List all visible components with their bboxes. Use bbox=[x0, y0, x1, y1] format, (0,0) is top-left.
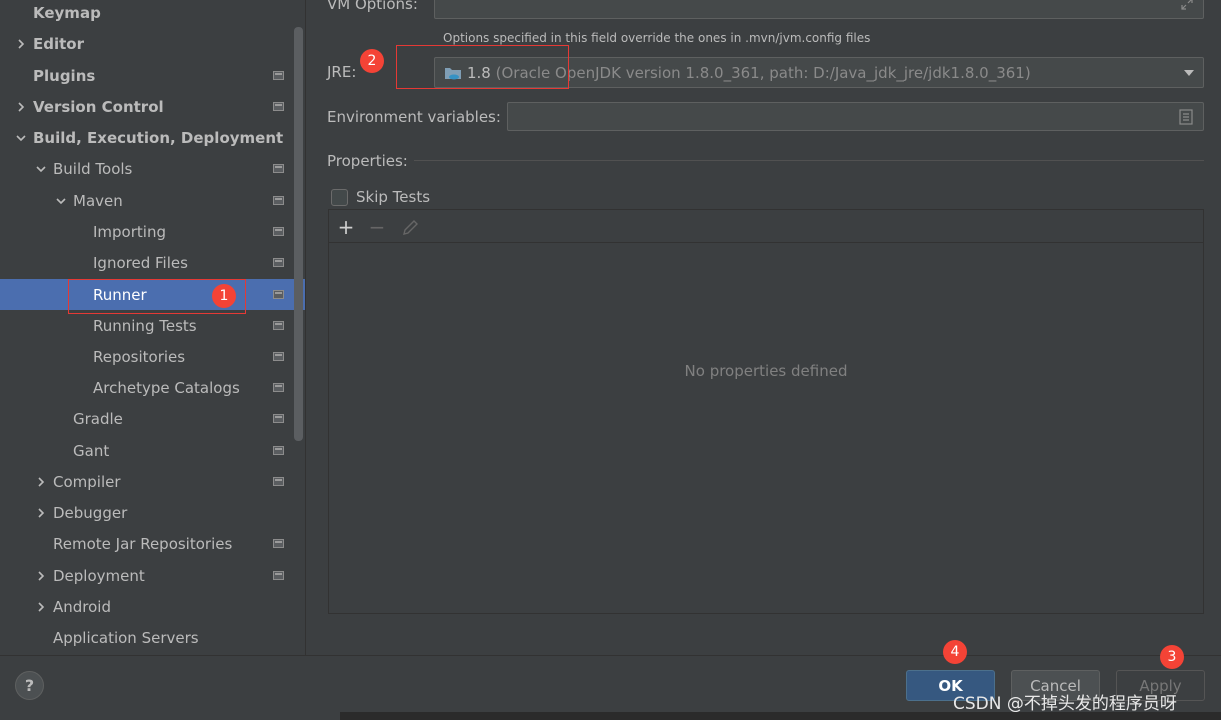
sidebar-item-label: Build Tools bbox=[53, 159, 133, 178]
chevron-right-icon[interactable] bbox=[34, 569, 48, 583]
sidebar-item-ignored-files[interactable]: Ignored Files bbox=[0, 247, 305, 278]
sidebar-item-android[interactable]: Android bbox=[0, 591, 305, 622]
sidebar-item-label: Gant bbox=[73, 441, 110, 460]
sidebar-item-label: Debugger bbox=[53, 503, 128, 522]
sidebar-item-remote-jar-repositories[interactable]: Remote Jar Repositories bbox=[0, 528, 305, 559]
project-settings-icon bbox=[273, 196, 284, 205]
annotation-badge-4: 4 bbox=[943, 640, 967, 664]
chevron-right-icon[interactable] bbox=[34, 506, 48, 520]
sidebar-item-application-servers[interactable]: Application Servers bbox=[0, 622, 305, 653]
vm-options-label: VM Options: bbox=[327, 0, 418, 13]
remove-icon[interactable]: − bbox=[367, 215, 387, 239]
chevron-down-icon[interactable] bbox=[54, 194, 68, 208]
project-settings-icon bbox=[273, 71, 284, 80]
skip-tests-checkbox[interactable] bbox=[331, 189, 348, 206]
sidebar-item-label: Ignored Files bbox=[93, 253, 188, 272]
sidebar-item-editor[interactable]: Editor bbox=[0, 28, 305, 59]
project-settings-icon bbox=[273, 539, 284, 548]
watermark: CSDN @不掉头发的程序员呀 bbox=[953, 694, 1177, 714]
sidebar-item-label: Plugins bbox=[33, 66, 96, 85]
chevron-right-icon[interactable] bbox=[14, 37, 28, 51]
sidebar-scrollbar[interactable] bbox=[294, 27, 303, 441]
edit-icon[interactable] bbox=[402, 219, 419, 236]
properties-table: + − No properties defined bbox=[328, 209, 1204, 614]
jre-detail: (Oracle OpenJDK version 1.8.0_361, path:… bbox=[490, 64, 1031, 82]
chevron-right-icon[interactable] bbox=[34, 475, 48, 489]
project-settings-icon bbox=[273, 383, 284, 392]
chevron-down-icon[interactable] bbox=[34, 162, 48, 176]
project-settings-icon bbox=[273, 414, 284, 423]
sidebar-item-keymap[interactable]: Keymap bbox=[0, 0, 305, 28]
jre-label: JRE: bbox=[327, 63, 357, 81]
sidebar-item-label: Application Servers bbox=[53, 628, 199, 647]
chevron-down-icon[interactable] bbox=[14, 131, 28, 145]
chevron-right-icon[interactable] bbox=[34, 600, 48, 614]
project-settings-icon bbox=[273, 477, 284, 486]
sidebar-item-gradle[interactable]: Gradle bbox=[0, 403, 305, 434]
sidebar-item-label: Build, Execution, Deployment bbox=[33, 128, 284, 147]
sidebar-item-label: Keymap bbox=[33, 3, 101, 22]
add-icon[interactable]: + bbox=[336, 215, 356, 239]
sidebar-item-running-tests[interactable]: Running Tests bbox=[0, 310, 305, 341]
sidebar-item-build-execution-deployment[interactable]: Build, Execution, Deployment bbox=[0, 122, 305, 153]
browse-icon[interactable] bbox=[1179, 109, 1193, 125]
sidebar-item-label: Importing bbox=[93, 222, 166, 241]
sidebar-item-importing[interactable]: Importing bbox=[0, 216, 305, 247]
chevron-right-icon[interactable] bbox=[14, 100, 28, 114]
sidebar-item-label: Archetype Catalogs bbox=[93, 378, 240, 397]
help-button[interactable]: ? bbox=[15, 671, 44, 700]
properties-toolbar: + − bbox=[329, 210, 1203, 243]
skip-tests-label[interactable]: Skip Tests bbox=[356, 188, 430, 206]
project-settings-icon bbox=[273, 290, 284, 299]
sidebar-item-label: Deployment bbox=[53, 566, 145, 585]
properties-separator bbox=[414, 160, 1204, 161]
maven-runner-panel: VM Options: Options specified in this fi… bbox=[307, 0, 1221, 655]
project-settings-icon bbox=[273, 571, 284, 580]
project-settings-icon bbox=[273, 446, 284, 455]
environment-variables-input[interactable] bbox=[507, 102, 1204, 131]
sidebar-item-label: Compiler bbox=[53, 472, 121, 491]
sidebar-item-label: Maven bbox=[73, 191, 123, 210]
sidebar-item-deployment[interactable]: Deployment bbox=[0, 560, 305, 591]
chevron-down-icon[interactable] bbox=[1183, 69, 1195, 77]
empty-properties-text: No properties defined bbox=[684, 362, 848, 380]
annotation-box-jre bbox=[396, 45, 569, 89]
sidebar-item-label: Editor bbox=[33, 34, 84, 53]
sidebar-item-repositories[interactable]: Repositories bbox=[0, 341, 305, 372]
sidebar-item-label: Android bbox=[53, 597, 111, 616]
sidebar-item-build-tools[interactable]: Build Tools bbox=[0, 153, 305, 184]
sidebar-item-label: Gradle bbox=[73, 409, 123, 428]
sidebar-item-compiler[interactable]: Compiler bbox=[0, 466, 305, 497]
vm-options-hint: Options specified in this field override… bbox=[443, 31, 871, 45]
sidebar-item-maven[interactable]: Maven bbox=[0, 185, 305, 216]
sidebar-item-gant[interactable]: Gant bbox=[0, 435, 305, 466]
project-settings-icon bbox=[273, 102, 284, 111]
sidebar-item-label: Repositories bbox=[93, 347, 186, 366]
annotation-badge-3: 3 bbox=[1160, 645, 1184, 669]
vm-options-input[interactable] bbox=[434, 0, 1204, 19]
sidebar-item-version-control[interactable]: Version Control bbox=[0, 91, 305, 122]
sidebar-item-debugger[interactable]: Debugger bbox=[0, 497, 305, 528]
sidebar-item-label: Running Tests bbox=[93, 316, 197, 335]
project-settings-icon bbox=[273, 227, 284, 236]
sidebar-item-archetype-catalogs[interactable]: Archetype Catalogs bbox=[0, 372, 305, 403]
project-settings-icon bbox=[273, 164, 284, 173]
project-settings-icon bbox=[273, 321, 284, 330]
project-settings-icon bbox=[273, 258, 284, 267]
annotation-badge-2: 2 bbox=[360, 49, 384, 73]
expand-icon[interactable] bbox=[1181, 0, 1193, 10]
sidebar-item-label: Remote Jar Repositories bbox=[53, 534, 233, 553]
sidebar-item-plugins[interactable]: Plugins bbox=[0, 60, 305, 91]
settings-sidebar: Keymap Editor Plugins Version Control Bu… bbox=[0, 0, 306, 655]
sidebar-item-label: Version Control bbox=[33, 97, 164, 116]
project-settings-icon bbox=[273, 352, 284, 361]
environment-variables-label: Environment variables: bbox=[327, 108, 501, 126]
properties-label: Properties: bbox=[327, 152, 408, 170]
annotation-badge-1: 1 bbox=[212, 284, 236, 308]
